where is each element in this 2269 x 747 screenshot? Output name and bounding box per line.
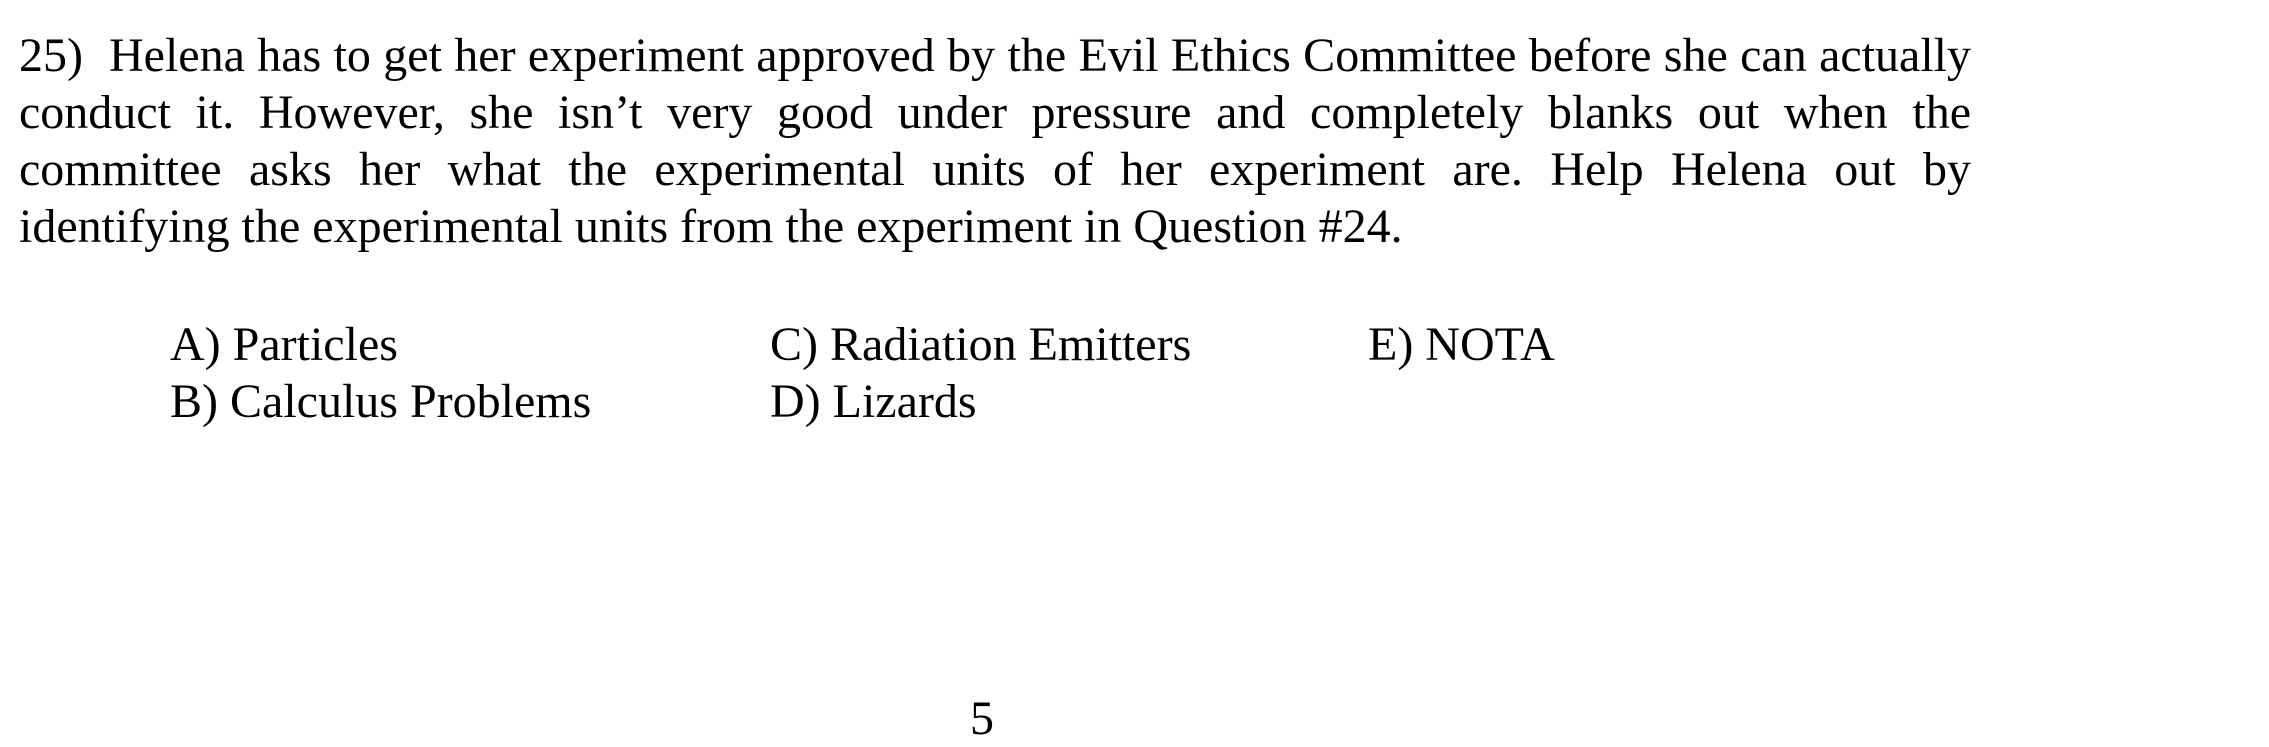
page-number: 5 xyxy=(970,692,994,745)
choice-d: D) Lizards xyxy=(770,375,977,428)
choice-e: E) NOTA xyxy=(1368,318,1555,371)
question-text: 25) Helena has to get her experiment appr… xyxy=(19,27,1971,255)
choice-a: A) Particles xyxy=(170,318,398,371)
choice-c: C) Radiation Emitters xyxy=(770,318,1192,371)
question-body: Helena has to get her experiment approve… xyxy=(19,29,1971,253)
question-number: 25) xyxy=(19,29,83,82)
choice-b: B) Calculus Problems xyxy=(170,375,592,428)
